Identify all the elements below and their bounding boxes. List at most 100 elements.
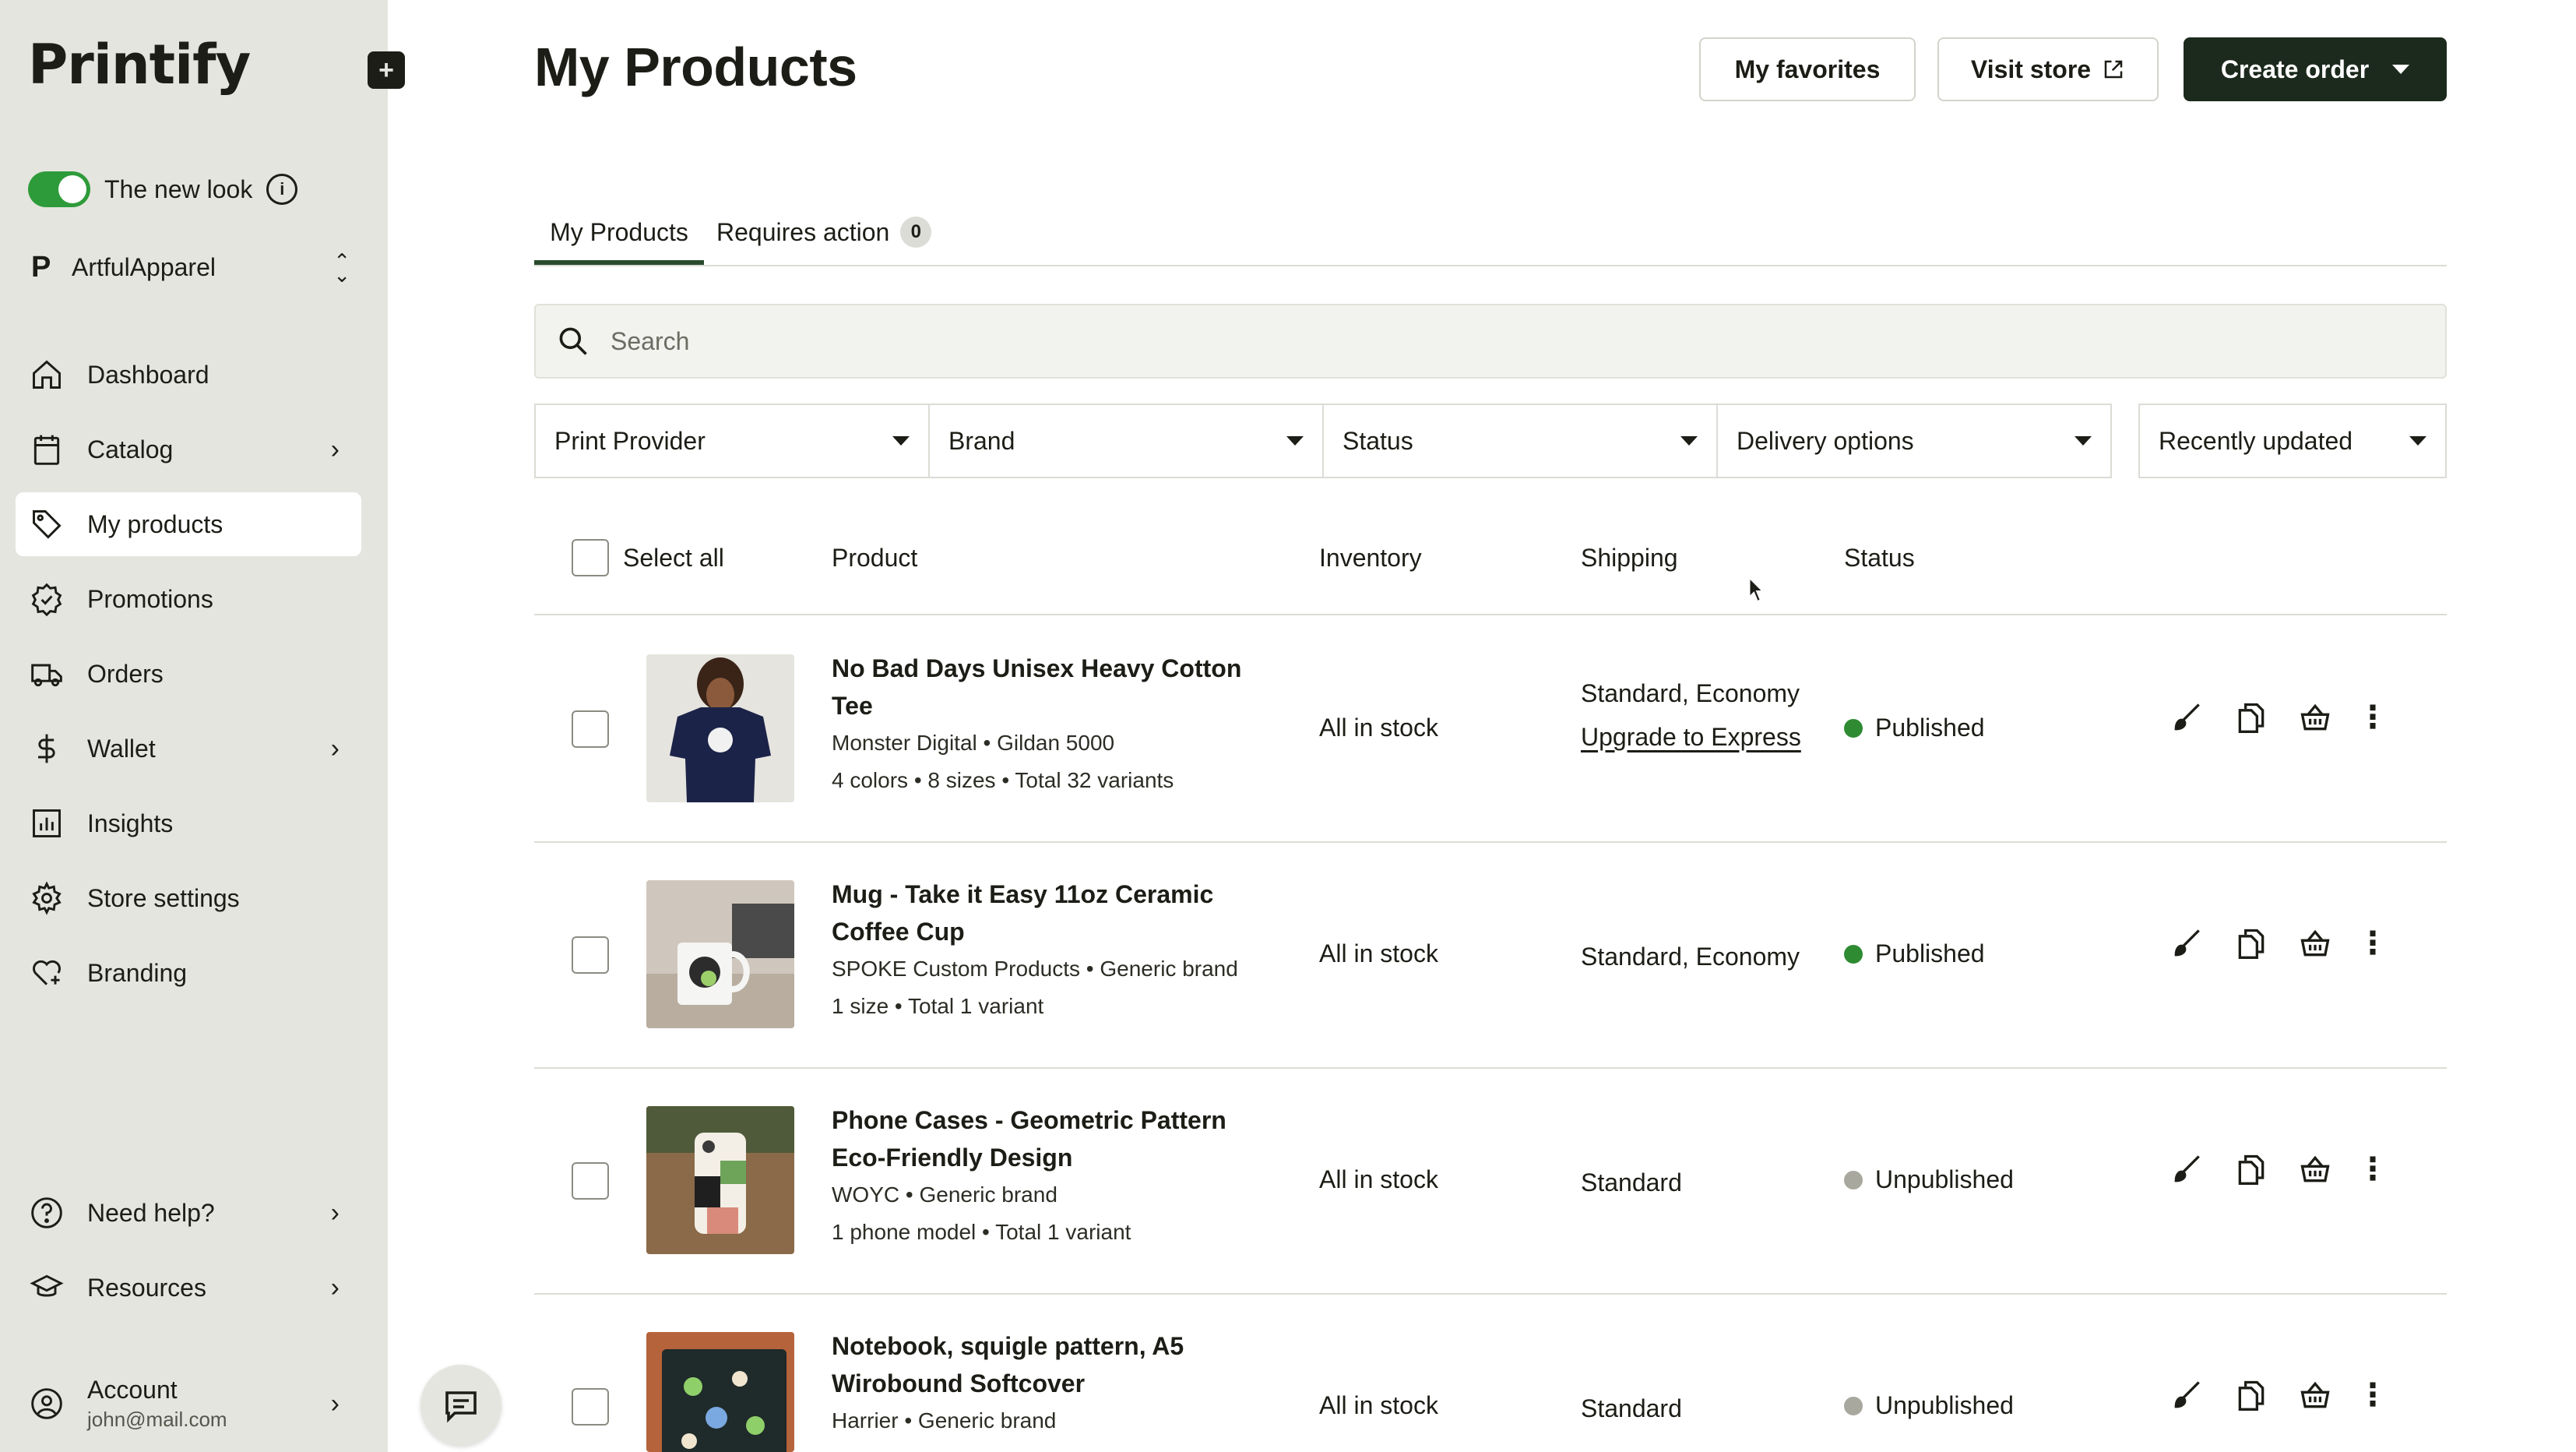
create-order-label: Create order — [2220, 55, 2370, 83]
visit-store-button[interactable]: Visit store — [1937, 37, 2159, 101]
duplicate-icon[interactable] — [2233, 1151, 2269, 1187]
basket-icon[interactable] — [2297, 700, 2333, 735]
search-bar — [534, 304, 2447, 379]
chevron-down-icon — [2075, 436, 2092, 446]
basket-icon[interactable] — [2297, 925, 2333, 961]
chat-button[interactable] — [421, 1365, 501, 1446]
product-variants: 4 colors • 8 sizes • Total 32 variants — [832, 768, 1174, 792]
sort-select[interactable]: Recently updated — [2138, 404, 2447, 478]
product-name[interactable]: Notebook, squigle pattern, A5 Wirobound … — [832, 1327, 1268, 1402]
chevron-down-icon — [1286, 436, 1304, 446]
tab-requires-action[interactable]: Requires action 0 — [716, 217, 932, 265]
product-variants: 1 size • Total 1 variant — [832, 994, 1044, 1018]
sidebar-item-label: Branding — [87, 958, 188, 987]
sidebar-item-branding[interactable]: Branding — [16, 941, 361, 1005]
more-options-icon[interactable]: ⋮ — [2357, 700, 2388, 735]
row-actions: ⋮ — [2170, 1377, 2388, 1413]
account-menu[interactable]: Account john@mail.com › — [16, 1365, 361, 1443]
sidebar-item-label: Dashboard — [87, 360, 209, 389]
sidebar-item-insights[interactable]: Insights — [16, 791, 361, 855]
sidebar-item-store-settings[interactable]: Store settings — [16, 866, 361, 930]
search-icon — [559, 327, 587, 355]
upgrade-to-express-link[interactable]: Upgrade to Express — [1581, 715, 1801, 759]
edit-brush-icon[interactable] — [2170, 925, 2205, 961]
info-icon[interactable]: i — [266, 174, 298, 205]
select-all-label: Select all — [623, 543, 724, 572]
new-look-toggle-row: The new look i — [28, 171, 298, 207]
sidebar-item-resources[interactable]: Resources › — [16, 1256, 361, 1320]
more-options-icon[interactable]: ⋮ — [2357, 925, 2388, 961]
external-link-icon — [2104, 60, 2123, 79]
sidebar-item-wallet[interactable]: Wallet › — [16, 717, 361, 781]
sidebar-item-label: Need help? — [87, 1198, 215, 1227]
filter-brand[interactable]: Brand — [928, 404, 1324, 478]
store-logo-icon: P — [31, 251, 51, 284]
product-thumbnail-tshirt[interactable] — [646, 654, 794, 802]
filter-print-provider[interactable]: Print Provider — [534, 404, 930, 478]
store-selector[interactable]: P ArtfulApparel ⌃ ⌄ — [31, 251, 350, 285]
more-options-icon[interactable]: ⋮ — [2357, 1151, 2388, 1187]
product-name[interactable]: Phone Cases - Geometric Pattern Eco-Frie… — [832, 1101, 1268, 1176]
edit-brush-icon[interactable] — [2170, 1377, 2205, 1413]
product-thumbnail-mug[interactable] — [646, 880, 794, 1028]
filter-bar: Print Provider Brand Status Delivery opt… — [534, 404, 2112, 478]
row-checkbox[interactable] — [572, 1162, 609, 1200]
table-row[interactable]: Notebook, squigle pattern, A5 Wirobound … — [534, 1295, 2447, 1452]
select-all-checkbox[interactable] — [572, 539, 609, 576]
sidebar-item-orders[interactable]: Orders — [16, 642, 361, 706]
filter-status[interactable]: Status — [1322, 404, 1718, 478]
table-row[interactable]: Phone Cases - Geometric Pattern Eco-Frie… — [534, 1069, 2447, 1295]
basket-icon[interactable] — [2297, 1151, 2333, 1187]
sidebar-item-catalog[interactable]: Catalog › — [16, 418, 361, 481]
select-all[interactable]: Select all — [572, 539, 724, 576]
sidebar-item-promotions[interactable]: Promotions — [16, 567, 361, 631]
inventory-status: All in stock — [1319, 1391, 1438, 1419]
more-options-icon[interactable]: ⋮ — [2357, 1377, 2388, 1413]
filter-delivery-options[interactable]: Delivery options — [1716, 404, 2112, 478]
clipboard-icon — [28, 431, 65, 468]
product-thumbnail-phone-case[interactable] — [646, 1106, 794, 1254]
shipping-methods: Standard — [1581, 1168, 1682, 1196]
sidebar-nav: Dashboard Catalog › My products Promotio… — [16, 343, 361, 1016]
sidebar-item-my-products[interactable]: My products — [16, 492, 361, 556]
shipping-methods: Standard, Economy — [1581, 943, 1800, 971]
row-checkbox[interactable] — [572, 710, 609, 748]
product-thumbnail-notebook[interactable] — [646, 1332, 794, 1452]
chevron-right-icon: › — [330, 733, 340, 763]
duplicate-icon[interactable] — [2233, 700, 2269, 735]
product-provider: Harrier • Generic brand — [832, 1408, 1057, 1433]
table-row[interactable]: Mug - Take it Easy 11oz Ceramic Coffee C… — [534, 843, 2447, 1069]
sidebar-item-need-help[interactable]: Need help? › — [16, 1181, 361, 1245]
basket-icon[interactable] — [2297, 1377, 2333, 1413]
duplicate-icon[interactable] — [2233, 1377, 2269, 1413]
row-checkbox[interactable] — [572, 1388, 609, 1426]
product-name[interactable]: Mug - Take it Easy 11oz Ceramic Coffee C… — [832, 876, 1268, 950]
product-name[interactable]: No Bad Days Unisex Heavy Cotton Tee — [832, 650, 1268, 724]
filter-label: Print Provider — [554, 426, 706, 455]
table-row[interactable]: No Bad Days Unisex Heavy Cotton Tee Mons… — [534, 617, 2447, 843]
column-header-inventory: Inventory — [1319, 544, 1422, 572]
sidebar-item-dashboard[interactable]: Dashboard — [16, 343, 361, 407]
dollar-icon — [28, 730, 65, 767]
chat-icon — [445, 1391, 477, 1423]
tab-my-products[interactable]: My Products — [534, 218, 704, 265]
duplicate-icon[interactable] — [2233, 925, 2269, 961]
edit-brush-icon[interactable] — [2170, 700, 2205, 735]
create-order-button[interactable]: Create order — [2184, 37, 2447, 101]
column-header-product: Product — [832, 544, 918, 572]
collapse-sidebar-button[interactable]: + — [368, 51, 405, 89]
row-checkbox[interactable] — [572, 936, 609, 974]
row-actions: ⋮ — [2170, 1151, 2388, 1187]
inventory-status: All in stock — [1319, 939, 1438, 967]
tab-label: Requires action — [716, 218, 890, 246]
bar-chart-icon — [28, 805, 65, 842]
help-icon — [28, 1194, 65, 1232]
printify-logo[interactable]: Printify — [28, 33, 251, 97]
product-variants: 1 phone model • Total 1 variant — [832, 1220, 1131, 1244]
edit-brush-icon[interactable] — [2170, 1151, 2205, 1187]
store-name: ArtfulApparel — [72, 253, 216, 281]
new-look-toggle[interactable] — [28, 171, 90, 207]
my-favorites-button[interactable]: My favorites — [1699, 37, 1916, 101]
status-badge: Unpublished — [1844, 1165, 2014, 1194]
search-input[interactable] — [611, 326, 2324, 356]
